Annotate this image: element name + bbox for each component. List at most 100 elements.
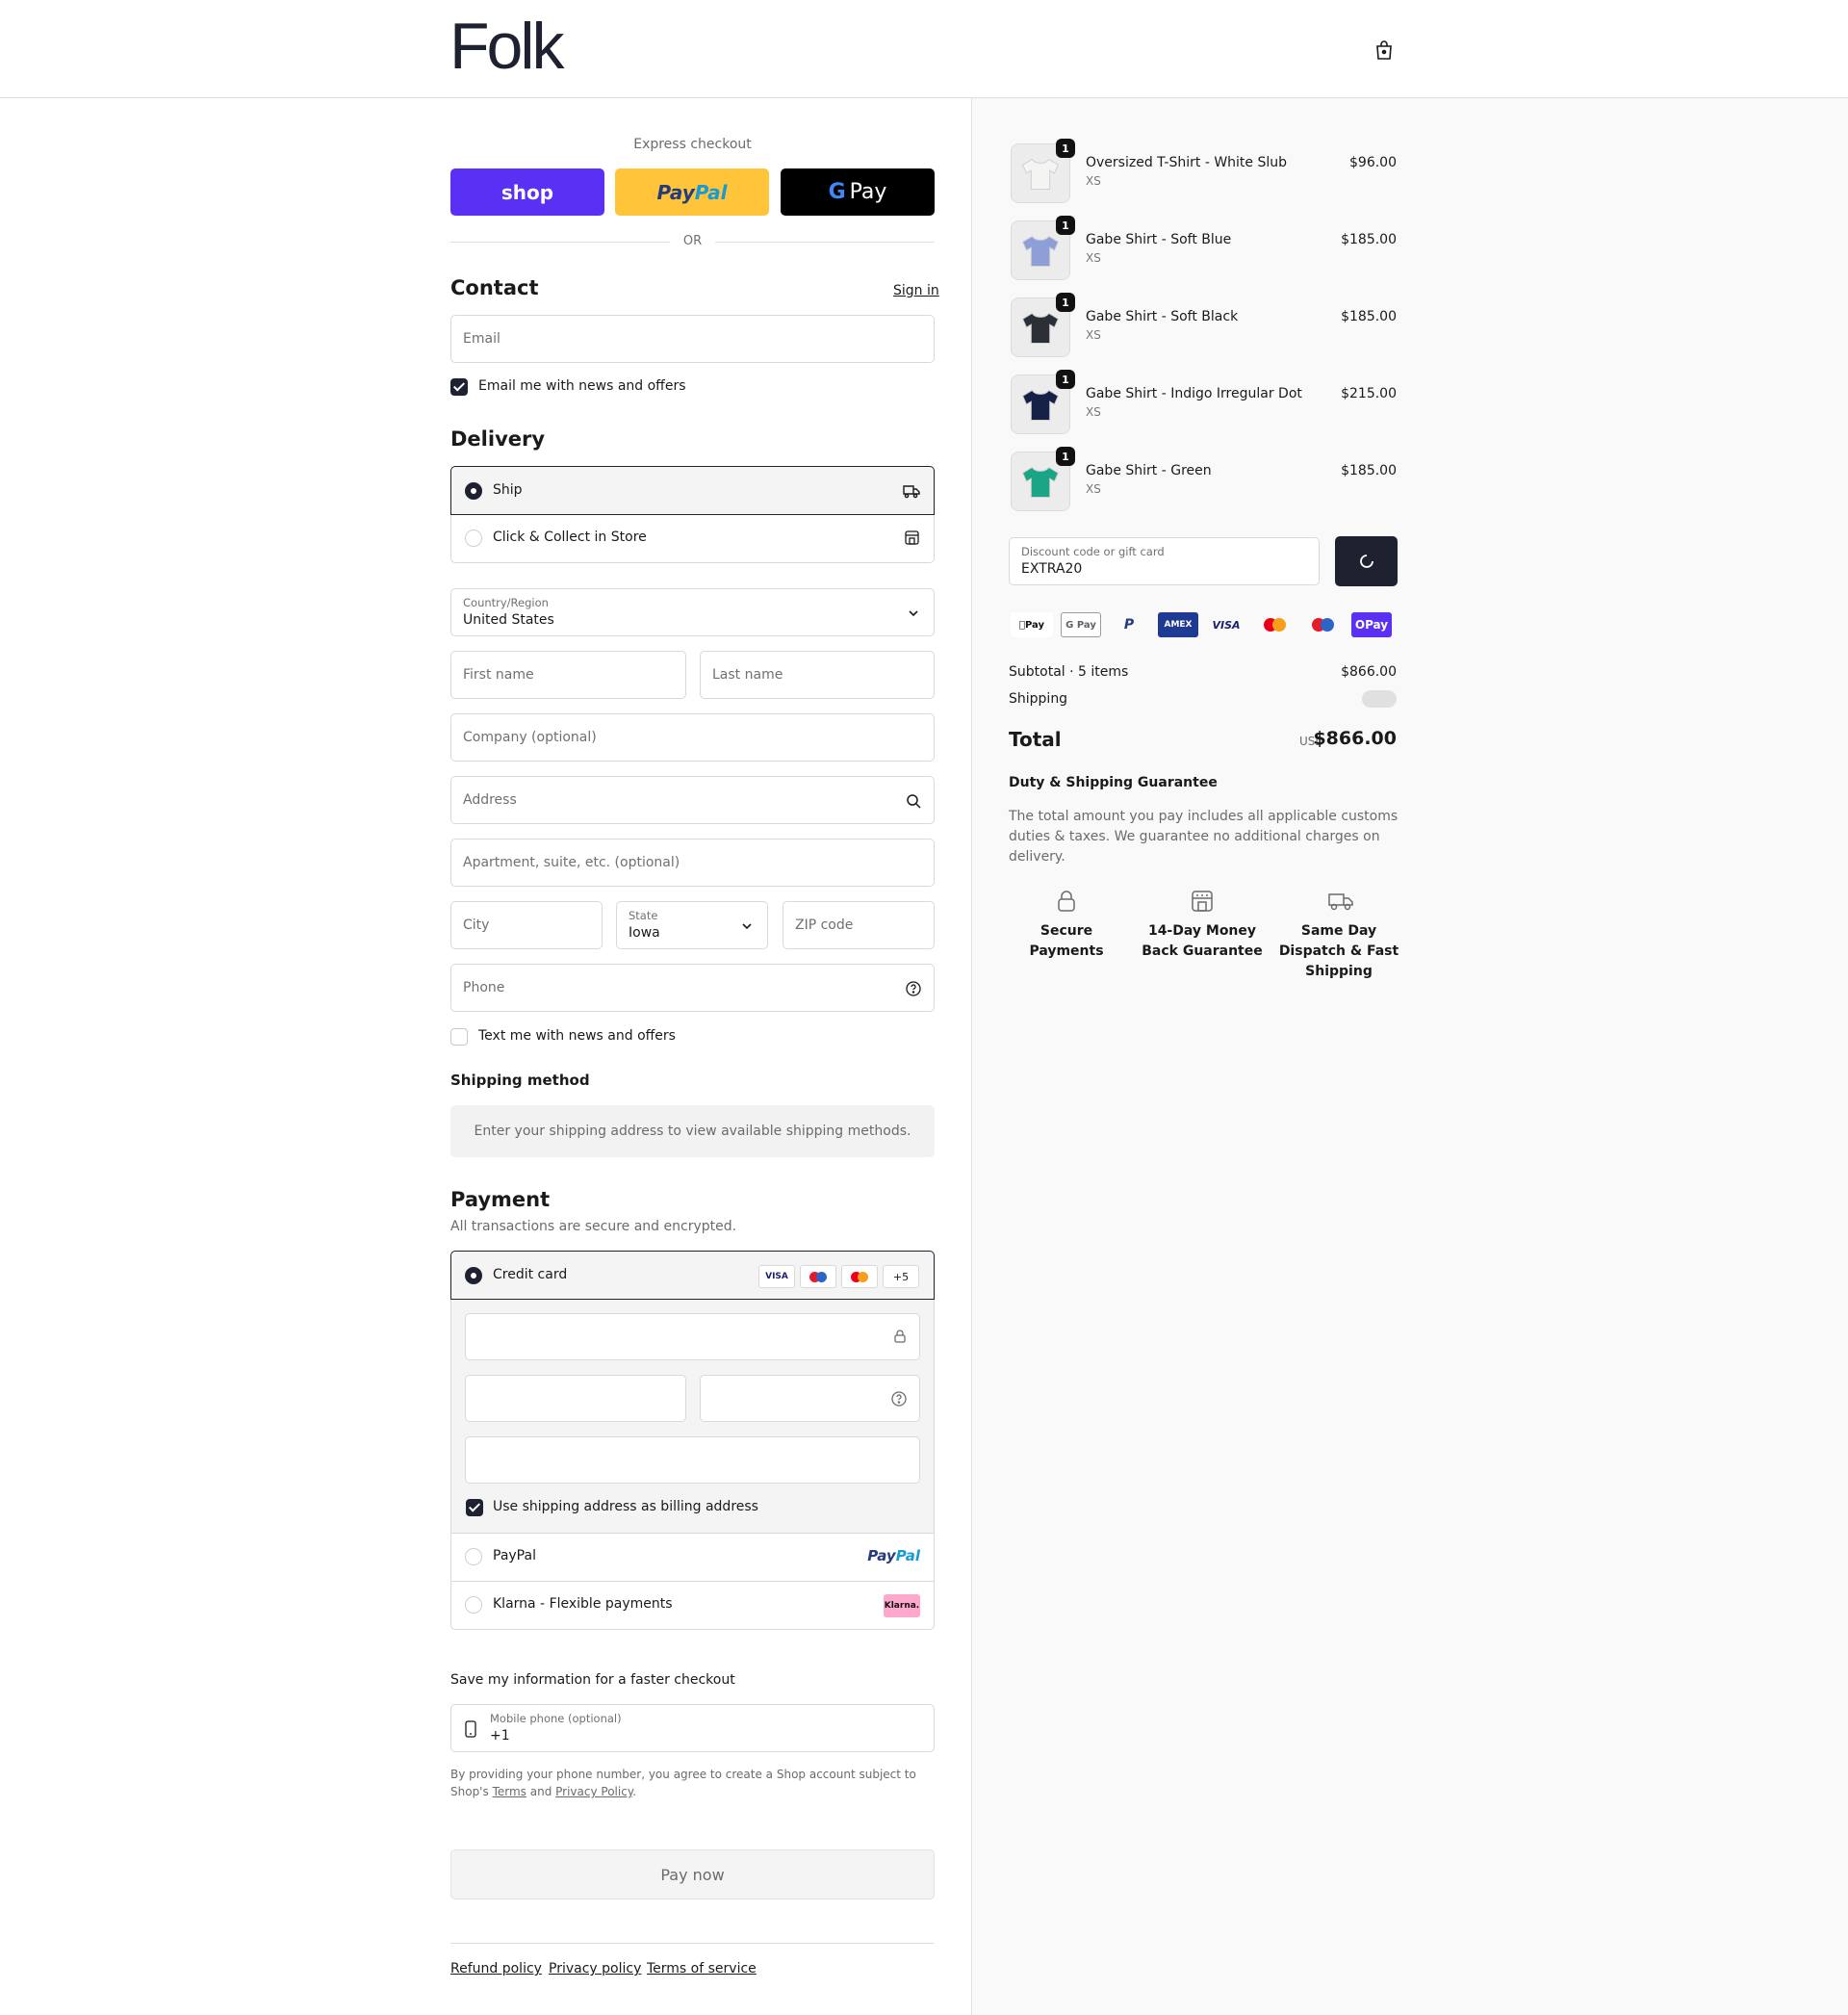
- quantity-badge: 1: [1056, 370, 1075, 389]
- text-news-checkbox[interactable]: [450, 1028, 468, 1046]
- item-price: $185.00: [1341, 309, 1397, 324]
- klarna-radio[interactable]: [465, 1596, 482, 1614]
- delivery-title: Delivery: [450, 427, 546, 451]
- country-select[interactable]: Country/Region United States: [450, 588, 935, 636]
- item-variant: XS: [1086, 251, 1101, 265]
- visa-logo-text: VISA: [765, 1272, 788, 1281]
- discount-label: Discount code or gift card: [1021, 545, 1165, 558]
- card-number-field[interactable]: [465, 1313, 920, 1360]
- guarantee-text: The total amount you pay includes all ap…: [1009, 809, 1399, 865]
- card-expiry-field[interactable]: [465, 1375, 686, 1422]
- delivery-truck-icon: [903, 485, 920, 499]
- footer-divider: [450, 1943, 935, 1944]
- item-price: $185.00: [1341, 232, 1397, 247]
- klarna-logo: Klarna.: [884, 1594, 920, 1617]
- contact-title: Contact: [450, 276, 539, 299]
- item-price: $215.00: [1341, 386, 1397, 401]
- disclaimer-period: .: [632, 1785, 637, 1798]
- item-name: Gabe Shirt - Green: [1086, 463, 1212, 478]
- pay-now-button[interactable]: Pay now: [450, 1849, 935, 1899]
- shipping-loading-placeholder: [1362, 690, 1397, 708]
- disclaimer-and: and: [529, 1785, 552, 1798]
- shop-pay-badge: OPay: [1351, 612, 1392, 637]
- help-circle-icon[interactable]: [890, 1390, 908, 1408]
- phone-placeholder: Phone: [463, 980, 505, 995]
- zip-field[interactable]: ZIP code: [783, 901, 935, 949]
- delivery-options: Ship Click & Collect in Store: [450, 466, 935, 563]
- same-day-dispatch-label: Same Day Dispatch & Fast Shipping: [1278, 923, 1399, 979]
- payment-option-klarna[interactable]: Klarna - Flexible payments Klarna.: [450, 1582, 935, 1630]
- maestro-badge: [1302, 612, 1343, 637]
- item-name: Gabe Shirt - Soft Black: [1086, 309, 1239, 324]
- search-icon: [907, 794, 921, 809]
- shop-pay-button[interactable]: shop: [450, 168, 604, 216]
- city-field[interactable]: City: [450, 901, 603, 949]
- collect-radio[interactable]: [465, 530, 482, 547]
- quantity-badge: 1: [1056, 447, 1075, 466]
- address-field[interactable]: Address: [450, 776, 935, 824]
- item-variant: XS: [1086, 328, 1101, 342]
- first-name-placeholder: First name: [463, 667, 534, 683]
- save-info-title: Save my information for a faster checkou…: [450, 1672, 735, 1688]
- visa-logo: VISA: [758, 1265, 795, 1288]
- item-variant: XS: [1086, 174, 1101, 188]
- folk-logo[interactable]: Folk: [449, 13, 564, 79]
- terms-of-service-link[interactable]: Terms of service: [647, 1961, 757, 1976]
- apartment-field[interactable]: Apartment, suite, etc. (optional): [450, 839, 935, 887]
- paypal-pal-label: Pal: [694, 180, 728, 204]
- mobile-phone-field[interactable]: Mobile phone (optional) +1: [450, 1704, 935, 1752]
- google-pay-button[interactable]: G Pay: [781, 168, 935, 216]
- first-name-field[interactable]: First name: [450, 651, 686, 699]
- ship-radio[interactable]: [465, 482, 482, 500]
- shopping-bag-icon[interactable]: [1373, 39, 1396, 62]
- credit-card-form: Use shipping address as billing address: [450, 1300, 935, 1534]
- chevron-down-icon: [909, 610, 918, 617]
- guarantee-title: Duty & Shipping Guarantee: [1009, 775, 1218, 790]
- privacy-policy-footer-link[interactable]: Privacy policy: [549, 1961, 641, 1976]
- apple-pay-badge: Pay: [1011, 612, 1053, 637]
- state-select[interactable]: State Iowa: [616, 901, 768, 949]
- item-variant: XS: [1086, 405, 1101, 419]
- shop-disclaimer: By providing your phone number, you agre…: [450, 1766, 935, 1800]
- zip-placeholder: ZIP code: [795, 917, 854, 933]
- apply-discount-button[interactable]: [1335, 536, 1398, 586]
- paypal-radio[interactable]: [465, 1548, 482, 1565]
- amex-badge: AMEX: [1158, 612, 1198, 637]
- shipping-method-note: Enter your shipping address to view avai…: [450, 1105, 935, 1157]
- paypal-label: PayPal: [493, 1548, 536, 1563]
- card-name-field[interactable]: [465, 1436, 920, 1484]
- address-placeholder: Address: [463, 792, 517, 808]
- or-divider: OR: [450, 234, 935, 248]
- refund-policy-link[interactable]: Refund policy: [450, 1961, 542, 1976]
- mobile-phone-label: Mobile phone (optional): [490, 1712, 622, 1725]
- company-field[interactable]: Company (optional): [450, 713, 935, 762]
- state-value: Iowa: [629, 925, 660, 941]
- privacy-policy-link[interactable]: Privacy Policy: [555, 1785, 632, 1798]
- email-news-label: Email me with news and offers: [478, 378, 686, 394]
- card-cvv-field[interactable]: [700, 1375, 920, 1422]
- loading-spinner-icon: [1359, 555, 1373, 568]
- delivery-option-collect[interactable]: Click & Collect in Store: [450, 515, 935, 563]
- payment-option-paypal[interactable]: PayPal PayPal: [450, 1534, 935, 1582]
- delivery-option-ship[interactable]: Ship: [450, 466, 935, 515]
- item-variant: XS: [1086, 482, 1101, 496]
- google-pay-badge: G Pay: [1061, 612, 1101, 637]
- terms-link[interactable]: Terms: [493, 1785, 526, 1798]
- phone-field[interactable]: Phone: [450, 964, 935, 1012]
- shop-pay-label: shop: [500, 180, 554, 204]
- site-header: Folk: [0, 0, 1848, 98]
- email-field[interactable]: Email: [450, 315, 935, 363]
- subtotal-label: Subtotal · 5 items: [1009, 664, 1129, 680]
- express-checkout-title: Express checkout: [633, 137, 752, 152]
- lock-icon: [894, 1330, 906, 1343]
- last-name-field[interactable]: Last name: [700, 651, 935, 699]
- sign-in-link[interactable]: Sign in: [893, 283, 939, 298]
- ship-label: Ship: [493, 482, 523, 498]
- help-circle-icon[interactable]: [905, 980, 922, 997]
- email-news-checkbox[interactable]: [450, 378, 468, 396]
- paypal-button[interactable]: Pay Pal: [615, 168, 769, 216]
- credit-card-radio[interactable]: [465, 1267, 482, 1284]
- mobile-phone-value: +1: [490, 1728, 510, 1744]
- discount-code-field[interactable]: Discount code or gift card EXTRA20: [1009, 537, 1320, 585]
- billing-same-checkbox[interactable]: [466, 1499, 483, 1516]
